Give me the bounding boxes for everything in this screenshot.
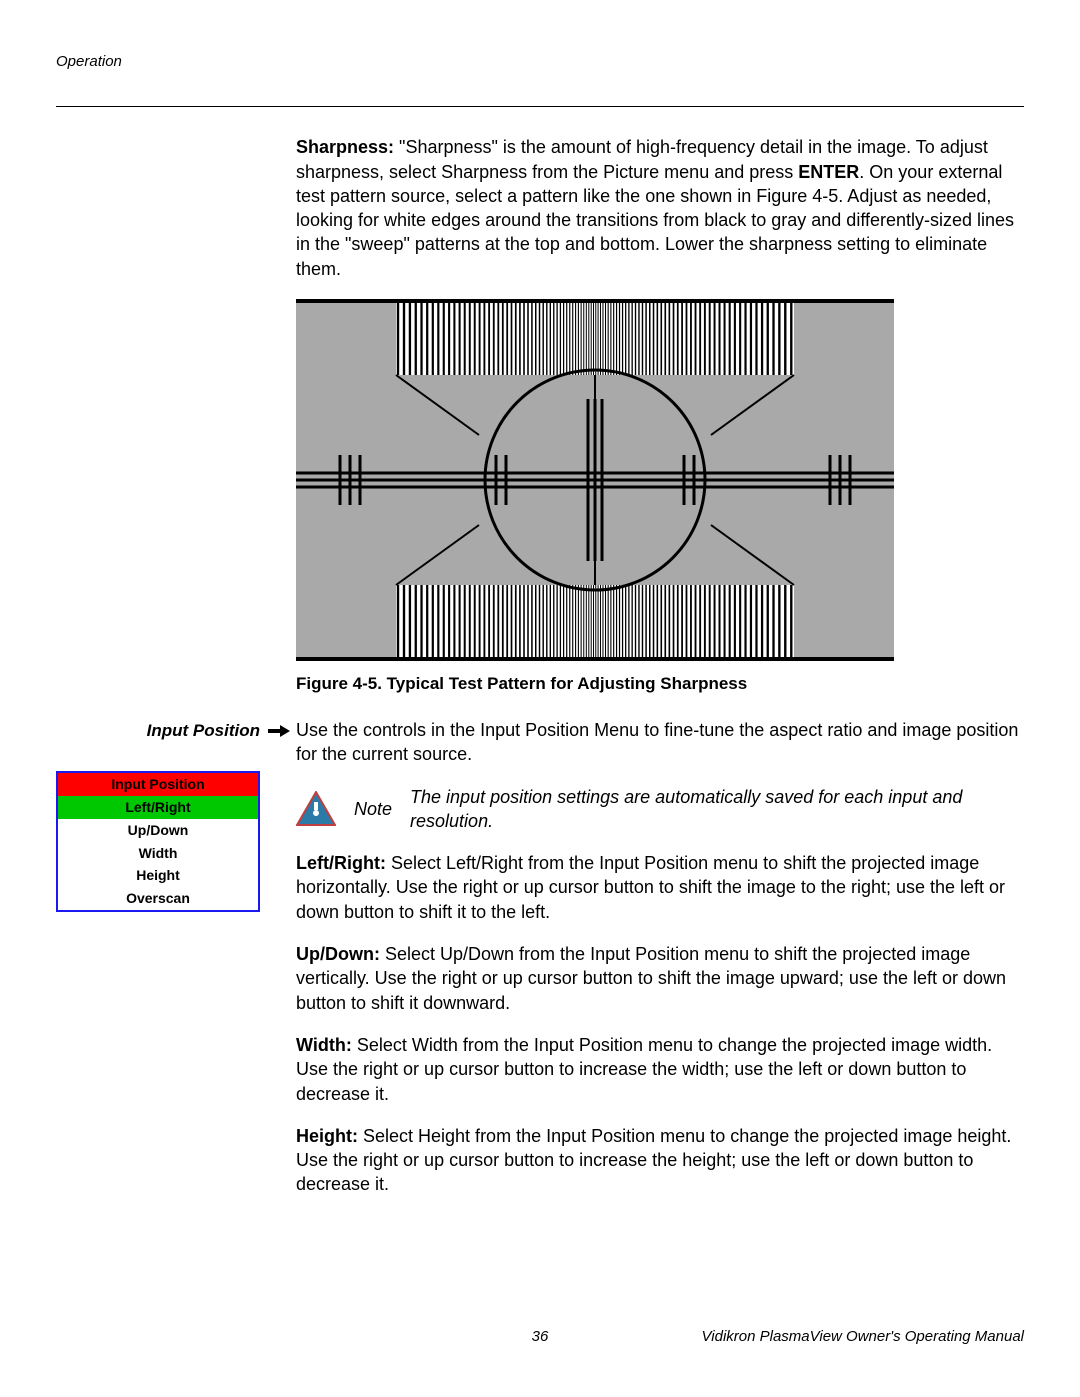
arrow-right-icon — [268, 725, 290, 737]
sharpness-paragraph: Sharpness: "Sharpness" is the amount of … — [296, 135, 1024, 281]
note-label: Note — [354, 797, 392, 821]
header-rule — [56, 106, 1024, 107]
input-position-side-label: Input Position — [147, 720, 290, 743]
menu-item: Overscan — [58, 887, 258, 910]
input-position-menu: Input Position Left/Right Up/Down Width … — [56, 771, 260, 912]
page-footer: 36 Vidikron PlasmaView Owner's Operating… — [56, 1327, 1024, 1347]
figure-caption: Figure 4-5. Typical Test Pattern for Adj… — [296, 673, 1024, 696]
note-text: The input position settings are automati… — [410, 785, 1024, 834]
up-down-paragraph: Up/Down: Select Up/Down from the Input P… — [296, 942, 1024, 1015]
menu-item-selected: Left/Right — [58, 796, 258, 819]
input-position-intro: Use the controls in the Input Position M… — [296, 718, 1024, 767]
left-right-paragraph: Left/Right: Select Left/Right from the I… — [296, 851, 1024, 924]
page-number: 36 — [532, 1327, 549, 1347]
sharpness-label: Sharpness: — [296, 137, 394, 157]
menu-item: Height — [58, 864, 258, 887]
width-paragraph: Width: Select Width from the Input Posit… — [296, 1033, 1024, 1106]
section-header: Operation — [56, 52, 1024, 72]
menu-item: Width — [58, 842, 258, 865]
test-pattern-figure — [296, 299, 1024, 661]
menu-title: Input Position — [58, 773, 258, 796]
warning-triangle-icon — [296, 791, 336, 827]
menu-item: Up/Down — [58, 819, 258, 842]
note-row: Note The input position settings are aut… — [296, 785, 1024, 834]
height-paragraph: Height: Select Height from the Input Pos… — [296, 1124, 1024, 1197]
manual-title: Vidikron PlasmaView Owner's Operating Ma… — [702, 1327, 1024, 1347]
